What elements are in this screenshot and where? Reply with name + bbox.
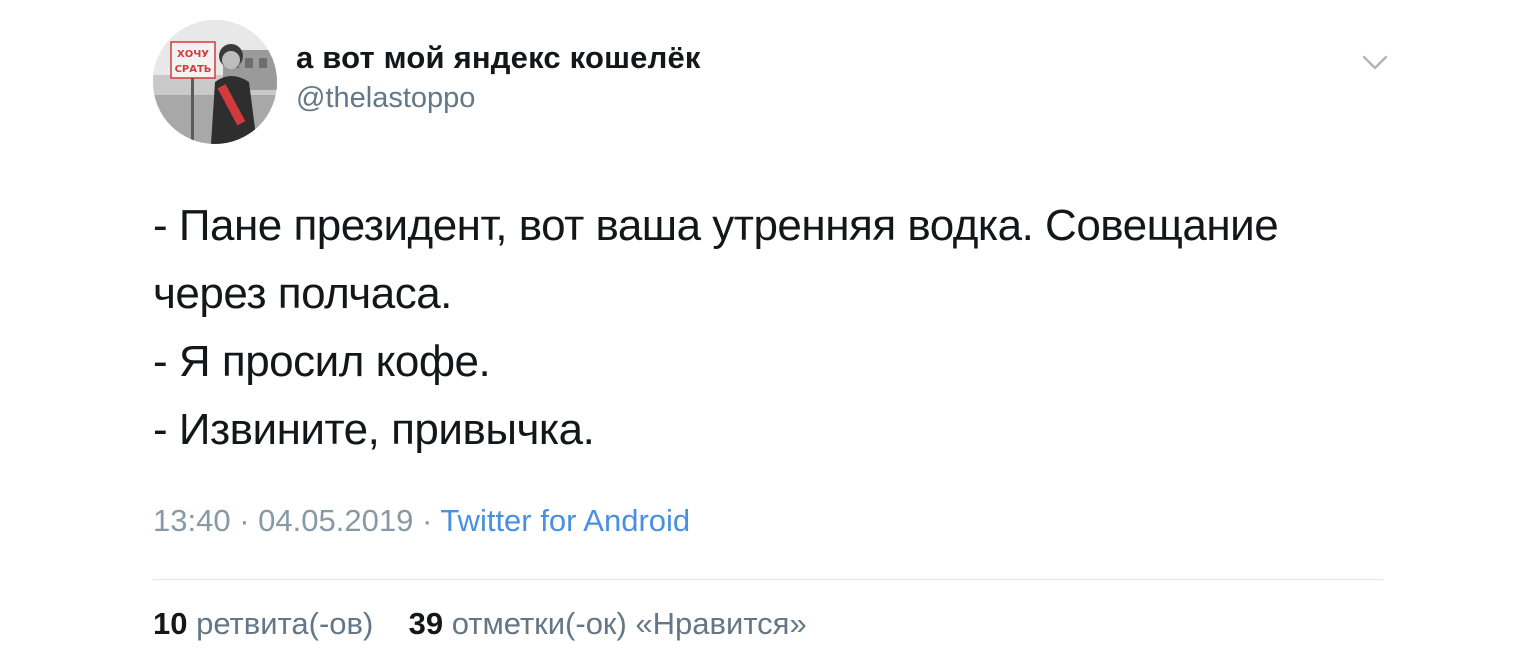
tweet-source-link[interactable]: Twitter for Android — [440, 503, 690, 538]
retweets-stat[interactable]: 10 ретвита(-ов) — [153, 606, 382, 641]
tweet-date[interactable]: 04.05.2019 — [258, 503, 413, 538]
retweets-label: ретвита(-ов) — [196, 606, 374, 641]
tweet-text-line: через полчаса. — [153, 269, 452, 318]
avatar-sign-line2: СРАТЬ — [175, 64, 212, 75]
display-name[interactable]: а вот мой яндекс кошелёк — [296, 40, 701, 76]
avatar[interactable]: ХОЧУ СРАТЬ — [153, 20, 277, 144]
avatar-photo: ХОЧУ СРАТЬ — [153, 20, 277, 144]
user-handle[interactable]: @thelastoppo — [296, 82, 475, 115]
likes-count: 39 — [408, 606, 444, 641]
meta-separator: · — [239, 503, 250, 538]
tweet-text-line: - Пане президент, вот ваша утренняя водк… — [153, 201, 1279, 250]
tweet-meta: 13:40 · 04.05.2019 · Twitter for Android — [153, 503, 690, 539]
meta-separator: · — [421, 503, 433, 538]
retweets-count: 10 — [153, 606, 188, 641]
tweet-text: - Пане президент, вот ваша утренняя водк… — [153, 192, 1393, 464]
tweet-text-line: - Извините, привычка. — [153, 405, 595, 454]
tweet-time[interactable]: 13:40 — [153, 503, 231, 538]
tweet-text-line: - Я просил кофе. — [153, 337, 491, 386]
likes-label: отметки(-ок) «Нравится» — [451, 606, 807, 641]
tweet-card: ХОЧУ СРАТЬ а вот мой яндекс кошелёк @the… — [0, 0, 1536, 666]
tweet-stats: 10 ретвита(-ов) 39 отметки(-ок) «Нравитс… — [153, 606, 807, 642]
chevron-down-icon[interactable] — [1360, 50, 1390, 74]
likes-stat[interactable]: 39 отметки(-ок) «Нравится» — [409, 606, 807, 641]
avatar-sign-line1: ХОЧУ — [177, 49, 209, 60]
divider — [153, 579, 1383, 580]
